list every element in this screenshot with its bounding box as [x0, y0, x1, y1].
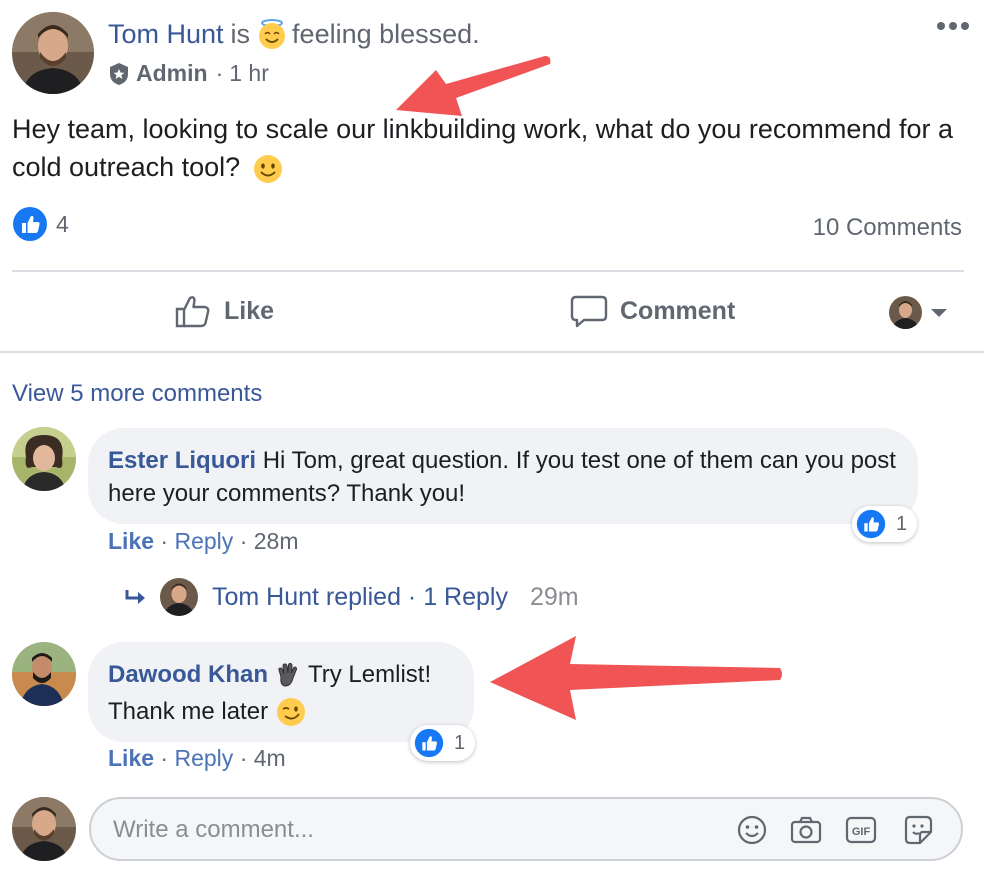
gif-icon[interactable]: GIF: [844, 813, 878, 847]
comment-composer: GIF: [89, 797, 963, 861]
comment-button[interactable]: Comment: [570, 292, 735, 330]
post-reaction-summary[interactable]: 4: [12, 206, 69, 242]
more-options-icon[interactable]: [936, 14, 970, 38]
replies-summary[interactable]: Tom Hunt replied · 1 Reply 29m: [124, 578, 579, 616]
waving-hand-icon: [274, 661, 302, 689]
comment-input[interactable]: [113, 813, 713, 847]
meta-separator: ·: [215, 60, 224, 86]
commenter-avatar[interactable]: [12, 427, 76, 491]
divider: [0, 351, 984, 353]
comment-reaction-count: 1: [896, 512, 908, 535]
comment-text-2: Thank me later: [108, 698, 269, 725]
comment-bubble: Ester Liquori Hi Tom, great question. If…: [88, 428, 918, 524]
commenter-avatar[interactable]: [12, 642, 76, 706]
current-user-avatar: [12, 797, 76, 861]
blessed-emoji-icon: [256, 18, 288, 50]
post-text: Hey team, looking to scale our linkbuild…: [12, 114, 953, 182]
thumbs-up-icon: [175, 296, 210, 328]
comment-like-link[interactable]: Like: [108, 745, 154, 771]
comment-time[interactable]: 4m: [254, 745, 286, 771]
admin-shield-icon: [110, 62, 128, 85]
comment-line-2: Thank me later: [108, 695, 454, 728]
comment-actions: Like · Reply · 28m: [108, 528, 299, 555]
post-header-line: Tom Hunt is feeling blessed.: [108, 18, 480, 50]
svg-text:GIF: GIF: [852, 826, 871, 838]
like-reaction-icon: [414, 728, 444, 758]
commenter-name[interactable]: Dawood Khan: [108, 658, 268, 691]
comment-button-label: Comment: [620, 296, 736, 325]
like-reaction-icon: [856, 509, 886, 539]
reply-time: 29m: [529, 582, 579, 611]
replies-link-text[interactable]: Tom Hunt replied · 1 Reply: [212, 583, 508, 612]
comment-bubble-icon: [570, 295, 608, 328]
comment-reply-link[interactable]: Reply: [174, 745, 233, 771]
like-reaction-icon: [12, 206, 48, 242]
action-separator: ·: [239, 528, 254, 554]
commenter-name[interactable]: Ester Liquori: [108, 447, 256, 474]
camera-icon[interactable]: [789, 813, 823, 847]
chevron-down-icon: [931, 308, 947, 317]
comment-actions: Like · Reply · 4m: [108, 745, 286, 772]
like-button[interactable]: Like: [174, 292, 274, 330]
comment-reaction-count: 1: [454, 731, 466, 754]
comment-reaction-badge[interactable]: 1: [410, 725, 476, 761]
comment-line-1: Dawood Khan Try Lemlist!: [108, 658, 454, 691]
comment-reply-link[interactable]: Reply: [174, 528, 233, 554]
comment-like-link[interactable]: Like: [108, 528, 154, 554]
comments-count-link[interactable]: 10 Comments: [813, 214, 962, 242]
post-body: Hey team, looking to scale our linkbuild…: [12, 110, 972, 186]
view-more-comments-link[interactable]: View 5 more comments: [12, 380, 262, 408]
post-author-name[interactable]: Tom Hunt: [108, 19, 224, 50]
smiling-emoji-icon: [252, 153, 284, 185]
post-time[interactable]: 1 hr: [229, 60, 269, 87]
comment-reaction-badge[interactable]: 1: [852, 506, 918, 542]
action-separator: ·: [160, 745, 175, 771]
feeling-text: feeling blessed.: [292, 18, 480, 49]
action-separator: ·: [160, 528, 175, 554]
post-reaction-count: 4: [56, 210, 69, 237]
action-separator: ·: [239, 745, 254, 771]
admin-badge: Admin: [136, 60, 208, 86]
post-meta: Admin · 1 hr: [108, 60, 269, 87]
post-author-avatar[interactable]: [12, 12, 94, 94]
comment-as-avatar: [889, 296, 922, 329]
comment-bubble: Dawood Khan Try Lemlist! Thank me later: [88, 642, 474, 742]
is-text: is: [230, 18, 251, 49]
annotation-arrow-top: [396, 56, 551, 116]
smiley-icon[interactable]: [735, 813, 769, 847]
reply-avatar: [160, 578, 198, 616]
sticker-icon[interactable]: [901, 813, 935, 847]
comment-as-selector[interactable]: [889, 296, 948, 329]
comment-time[interactable]: 28m: [254, 528, 299, 554]
winking-emoji-icon: [276, 697, 306, 727]
reply-arrow-icon: [125, 590, 145, 604]
like-button-label: Like: [224, 296, 275, 325]
divider: [12, 270, 964, 272]
annotation-arrow-bottom: [490, 636, 782, 720]
comment-text: Try Lemlist!: [308, 661, 432, 688]
